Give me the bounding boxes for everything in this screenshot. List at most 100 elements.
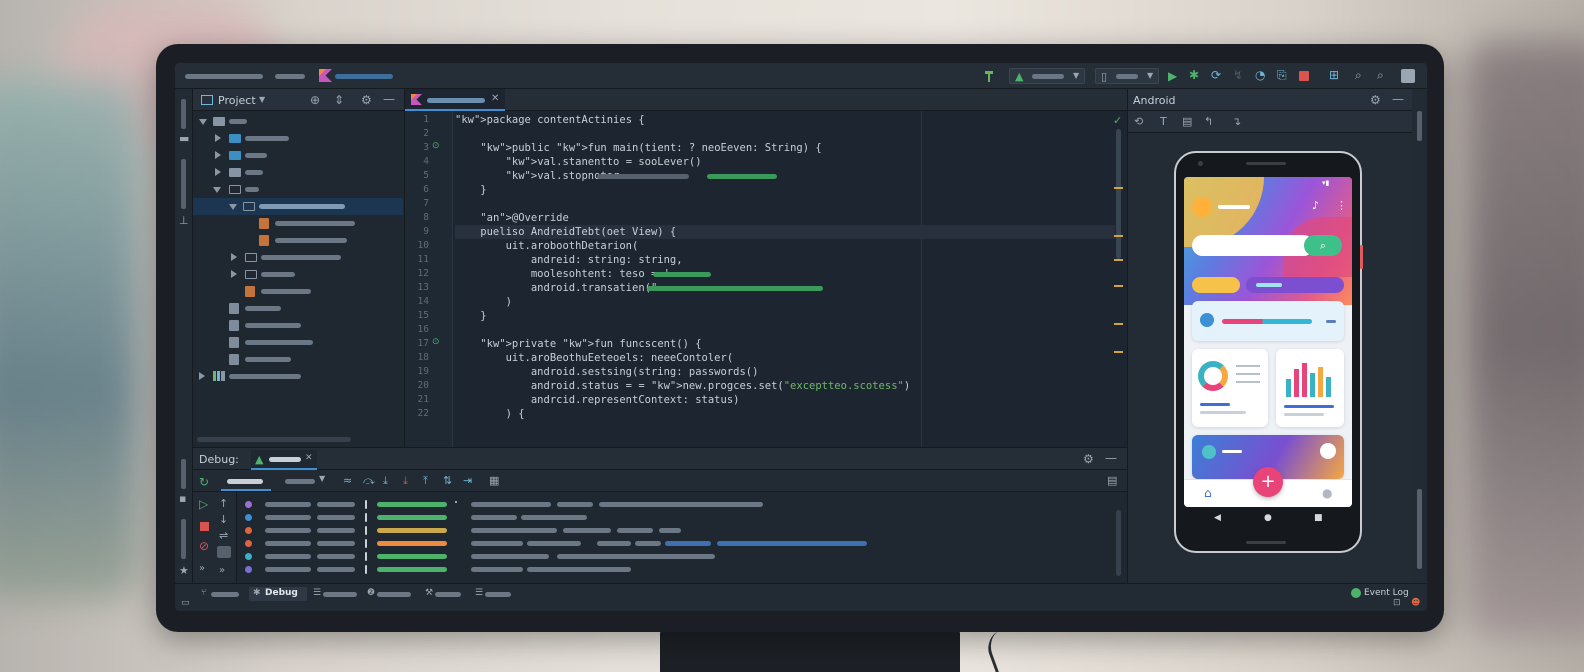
notification-icon[interactable]: ☻ [1411, 599, 1420, 608]
run-configuration-dropdown[interactable]: ▲ ▼ [1009, 68, 1085, 84]
tree-item[interactable] [193, 249, 403, 266]
layout-settings-icon[interactable]: ▤ [1107, 475, 1117, 486]
favorites-tool-tab[interactable] [181, 459, 186, 489]
todo-icon[interactable]: ☰ [313, 589, 321, 598]
minimize-icon[interactable]: — [1392, 93, 1404, 105]
log-row[interactable] [245, 498, 1115, 511]
gear-icon[interactable]: ⚙ [1083, 453, 1094, 465]
locate-icon[interactable]: ⊕ [310, 94, 320, 106]
stop-icon[interactable] [1299, 71, 1309, 81]
breadcrumb-project[interactable] [185, 74, 263, 79]
code-line[interactable] [455, 323, 1115, 337]
mute-breakpoints-icon[interactable]: ⊘ [199, 540, 209, 552]
profile-icon[interactable]: ● [1322, 486, 1332, 500]
breadcrumb-module[interactable] [275, 74, 305, 79]
minimize-icon[interactable]: — [383, 93, 395, 105]
force-step-into-icon[interactable]: ⤓ [403, 475, 408, 486]
tree-item[interactable] [193, 147, 403, 164]
close-icon[interactable]: ✕ [491, 94, 499, 104]
bell-icon[interactable]: ♪ [1312, 199, 1319, 212]
structure-tool-tab[interactable] [181, 159, 186, 209]
event-log-button[interactable]: Event Log [1364, 588, 1409, 598]
search-everywhere-icon[interactable]: ⌕ [1355, 69, 1362, 81]
step-out-icon[interactable]: ⤒ [423, 475, 428, 486]
search-icon[interactable]: ⌕ [1304, 235, 1342, 256]
gear-icon[interactable]: ⚙ [1370, 94, 1381, 106]
code-line[interactable]: ) { [455, 407, 1115, 421]
recents-icon[interactable]: ■ [1314, 513, 1323, 523]
attach-debugger-icon[interactable]: ⎘ [1277, 69, 1287, 81]
step-into-icon[interactable]: ⤓ [383, 475, 388, 486]
project-view-selector[interactable]: Project [218, 94, 256, 107]
code-line[interactable]: android.sestsing(string: passwords() [455, 365, 1115, 379]
code-area[interactable]: "kw">package contentActinies { "kw">publ… [455, 111, 1125, 447]
stop-icon[interactable] [200, 522, 209, 531]
console-tab[interactable] [285, 479, 315, 484]
more-icon[interactable]: ⋮ [1336, 199, 1347, 212]
code-line[interactable]: "kw">val.stopnotor = [455, 169, 1115, 183]
settings-icon[interactable]: » [199, 564, 205, 574]
log-row[interactable] [245, 524, 1115, 537]
tree-item[interactable] [193, 300, 403, 317]
text-mode-icon[interactable]: T [1160, 116, 1167, 127]
logcat-icon[interactable]: ☰ [475, 589, 483, 598]
override-gutter-icon[interactable]: ⊙ [432, 338, 440, 347]
avatar[interactable] [1192, 197, 1212, 217]
code-line[interactable]: "kw">package contentActinies { [455, 113, 1115, 127]
code-line[interactable]: uit.aroBeothuEeteoels: neeeContoler( [455, 351, 1115, 365]
arrow-down-icon[interactable]: ↓ [219, 514, 228, 525]
run-icon[interactable]: ▶ [1168, 70, 1177, 82]
soft-wrap-icon[interactable]: ⇌ [219, 530, 228, 541]
summary-card[interactable] [1192, 301, 1344, 341]
code-line[interactable]: "kw">val.stanentto = sooLever() [455, 155, 1115, 169]
problems-icon[interactable]: ❷ [367, 589, 375, 598]
tree-item[interactable] [193, 215, 403, 232]
folder-icon[interactable]: ▬ [179, 133, 189, 144]
tree-item-root[interactable] [193, 113, 403, 130]
show-execution-point-icon[interactable]: ≈ [343, 475, 352, 486]
gradle-tool-tab[interactable] [1417, 111, 1422, 141]
code-line[interactable]: uit.aroboothDetarion( [455, 239, 1115, 253]
profiler-icon[interactable]: ◔ [1255, 69, 1265, 81]
tree-item[interactable] [193, 130, 403, 147]
tree-item[interactable] [193, 368, 403, 385]
code-line[interactable]: andreid: string: string, [455, 253, 1115, 267]
search-icon[interactable]: ⌕ [1377, 69, 1384, 81]
home-nav-icon[interactable]: ● [1264, 513, 1272, 523]
hammer-icon[interactable] [984, 69, 997, 82]
tool-tab-logcat[interactable] [485, 592, 511, 597]
warning-marker[interactable] [1114, 187, 1123, 189]
code-line[interactable]: ) [455, 295, 1115, 309]
breadcrumb-file[interactable] [335, 74, 393, 79]
tree-item[interactable] [193, 351, 403, 368]
code-line[interactable]: andrcid.representContext: status) [455, 393, 1115, 407]
log-row[interactable] [245, 563, 1115, 576]
tab-debug-session[interactable]: ▲ ✕ [251, 450, 317, 470]
tool-tab-version-control[interactable] [211, 592, 239, 597]
tree-item-selected[interactable] [193, 198, 403, 215]
code-line[interactable]: "an">@Override [455, 211, 1115, 225]
code-line[interactable]: moolesohtent: teso = ' [455, 267, 1115, 281]
code-line[interactable]: "kw">private "kw">fun funcscent() { [455, 337, 1115, 351]
warning-marker[interactable] [1114, 259, 1123, 261]
apply-changes-icon[interactable]: ⟳ [1211, 69, 1221, 81]
step-over-icon[interactable]: ⤼ [363, 475, 375, 486]
tree-item[interactable] [193, 334, 403, 351]
tree-item[interactable] [193, 181, 403, 198]
undo-icon[interactable]: ↰ [1204, 116, 1213, 127]
sdk-manager-icon[interactable]: ⊞ [1329, 69, 1339, 81]
tool-tab-debug[interactable]: ✱ Debug [249, 587, 307, 601]
gear-icon[interactable]: ⚙ [361, 94, 372, 106]
search-input[interactable] [1192, 235, 1314, 256]
evaluate-expression-icon[interactable]: ▦ [489, 475, 499, 486]
arrow-up-icon[interactable]: ↑ [219, 498, 228, 509]
resume-icon[interactable]: ▷ [199, 498, 208, 510]
device-dropdown[interactable]: ▯ ▼ [1095, 68, 1159, 84]
threads-icon[interactable] [217, 546, 231, 558]
notification-badge[interactable] [1320, 443, 1336, 459]
editor-scrollbar[interactable] [1116, 129, 1121, 259]
build-variants-tab[interactable] [181, 519, 186, 559]
tree-item[interactable] [193, 283, 403, 300]
donut-chart-card[interactable] [1192, 349, 1268, 427]
log-row[interactable] [245, 550, 1115, 563]
